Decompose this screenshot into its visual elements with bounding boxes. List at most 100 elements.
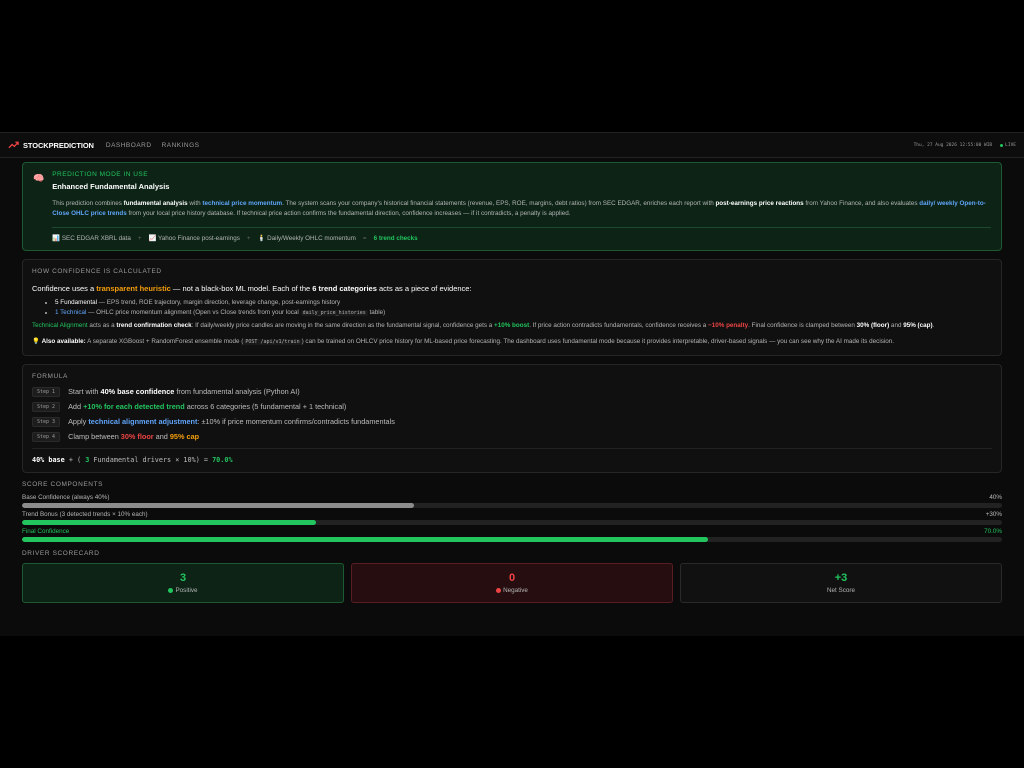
negative-caption: Negative [496,587,528,594]
mode-description: This prediction combines fundamental ana… [52,199,991,219]
data-sources: 📊 SEC EDGAR XBRL data + 📈 Yahoo Finance … [52,227,991,242]
mode-desc-4: from Yahoo Finance, and also evaluates [803,200,920,207]
formula-title: FORMULA [32,372,68,380]
cap-highlight: 95% cap [169,432,200,442]
alignment-text-2: : If daily/weekly price candles are movi… [191,322,495,329]
net-label: Net Score [827,586,855,594]
table-name-code: daily_price_histories [300,309,368,316]
also-available-note: 💡 Also available: A separate XGBoost + R… [32,338,992,347]
also-text-2: ) can be trained on OHLCV price history … [301,337,895,345]
fundamental-desc: — EPS trend, ROE trajectory, margin dire… [97,299,341,306]
lead-text-2: — not a black-box ML model. Each of the [170,284,313,293]
formula-equation: 40% base + ( 3 Fundamental drivers × 10%… [32,447,992,464]
trend-checks-result: 6 trend checks [373,234,418,242]
cap-value: 95% (cap) [903,322,933,329]
datetime: Thu, 27 Aug 2026 12:55:00 WIB [913,142,993,148]
plus-separator: + [246,234,251,242]
red-dot-icon [496,587,502,593]
alignment-text-4: . Final confidence is clamped between [748,322,857,329]
alignment-paragraph: Technical Alignment acts as a trend conf… [32,322,992,331]
score-components-title: SCORE COMPONENTS [22,480,104,488]
candle-icon: 🕯️ [257,235,266,242]
negative-label: Negative [503,586,528,594]
alignment-text-6: . [932,322,935,329]
step-highlight: 40% base confidence [100,387,175,397]
formula-step: Step 4 Clamp between 30% floor and 95% ca… [32,431,992,442]
progress-track [22,519,1002,525]
brand-name: STOCKPREDICTION [23,140,94,150]
step-badge: Step 3 [32,416,61,427]
list-item: 5 Fundamental — EPS trend, ROE trajector… [55,298,992,308]
step-text: Clamp between 30% floor and 95% cap [68,432,199,441]
technical-count: 1 Technical [55,308,87,316]
step-text-a: Add [68,402,84,412]
step-badge: Step 1 [32,386,61,397]
chart-icon: 📊 [52,235,61,242]
step-text-a: Apply [68,417,89,427]
step-badge: Step 2 [32,401,61,412]
also-text-1: A separate XGBoost + RandomForest ensemb… [85,337,244,345]
step-text-c: and [153,432,170,442]
prediction-mode-card: 🧠 PREDICTION MODE IN USE Enhanced Fundam… [22,162,1002,251]
score-component: Trend Bonus (3 detected trends × 10% eac… [22,511,1002,525]
status-area: Thu, 27 Aug 2026 12:55:00 WIB LIVE [914,143,1016,148]
source-yahoo-label: Yahoo Finance post-earnings [158,235,240,242]
alignment-text-1: acts as a [87,322,117,329]
penalty-value: −10% penalty [708,322,749,329]
source-ohlc: 🕯️ Daily/Weekly OHLC momentum [258,234,356,242]
train-endpoint-code: POST /api/v1/train [243,338,302,345]
net-score: +3 [834,571,848,584]
trend-chart-icon: 📈 [148,235,157,242]
positive-label: Positive [175,586,198,594]
lead-keyword-heuristic: transparent heuristic [96,284,171,293]
brand-logo[interactable]: STOCKPREDICTION [8,141,94,150]
lead-text-3: acts as a piece of evidence: [376,284,472,293]
step-badge: Step 4 [32,431,61,442]
source-sec-label: SEC EDGAR XBRL data [61,235,131,242]
floor-highlight: 30% floor [120,432,154,442]
boost-value: +10% boost [494,322,530,329]
progress-fill [22,519,316,525]
driver-scorecard-title: DRIVER SCORECARD [22,549,100,557]
component-label: Trend Bonus (3 detected trends × 10% eac… [22,510,148,518]
step-highlight: +10% for each detected trend [83,402,185,412]
nav-rankings[interactable]: RANKINGS [162,142,200,149]
net-score-card: +3 Net Score [680,562,1002,603]
alignment-check-term: trend confirmation check [116,322,192,329]
equals-separator: = [362,234,367,242]
technical-desc: — OHLC price momentum alignment (Open vs… [86,308,301,316]
nav-dashboard[interactable]: DASHBOARD [106,142,152,149]
step-text-c: from fundamental analysis (Python AI) [174,387,300,397]
main-content: 🧠 PREDICTION MODE IN USE Enhanced Fundam… [0,158,1024,603]
step-text-c: across 6 categories (5 fundamental + 1 t… [184,402,347,412]
list-item: 1 Technical — OHLC price momentum alignm… [55,308,992,319]
mode-desc-5: from your local price history database. … [126,210,571,217]
component-value: +30% [985,510,1002,518]
component-header: Trend Bonus (3 detected trends × 10% eac… [22,511,1002,518]
formula-step: Step 1 Start with 40% base confidence fro… [32,386,992,397]
component-header: Base Confidence (always 40%) 40% [22,494,1002,501]
category-list: 5 Fundamental — EPS trend, ROE trajector… [32,298,992,318]
step-text-a: Start with [68,387,101,397]
confidence-card: HOW CONFIDENCE IS CALCULATED Confidence … [22,259,1002,356]
also-available-label: Also available: [41,337,86,345]
step-text: Apply technical alignment adjustment: ±1… [68,417,395,426]
eq-result: 70.0% [212,455,233,464]
lead-text-1: Confidence uses a [32,284,97,293]
formula-step: Step 2 Add +10% for each detected trend a… [32,401,992,412]
mode-desc-2: with [187,200,203,207]
source-ohlc-label: Daily/Weekly OHLC momentum [267,235,356,242]
live-indicator: LIVE [1000,143,1016,148]
progress-track [22,536,1002,542]
eq-op: + ( [64,455,86,464]
mode-desc-keyword-3: post-earnings price reactions [715,200,804,207]
green-dot-icon [168,587,174,593]
mode-desc-keyword-1: fundamental analysis [123,200,188,207]
lead-keyword-categories: 6 trend categories [312,284,377,293]
confidence-lead: Confidence uses a transparent heuristic … [32,284,992,293]
progress-track [22,502,1002,508]
component-value: 40% [989,493,1002,501]
component-label: Base Confidence (always 40%) [22,493,110,501]
alignment-text-3: . If price action contradicts fundamenta… [529,322,709,329]
positive-caption: Positive [168,586,198,594]
